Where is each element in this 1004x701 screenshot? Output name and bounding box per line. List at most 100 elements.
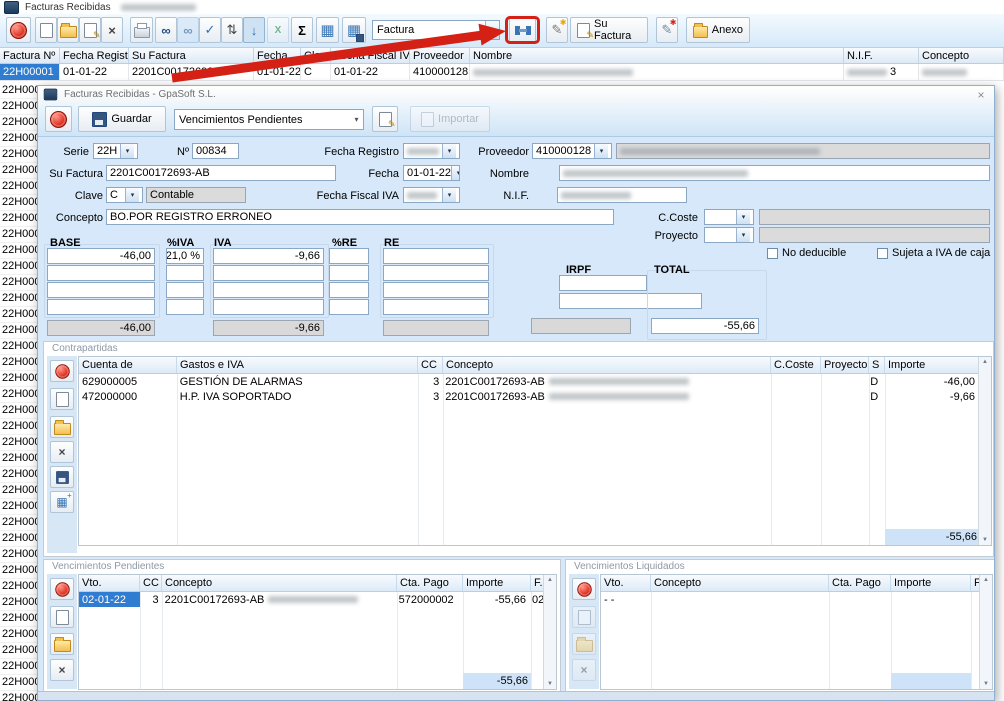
cell-concepto[interactable] [919,64,1004,80]
cell-fecha-fiscal-iva[interactable]: 01-01-22 [331,64,410,80]
vencimiento-liquidado-row[interactable]: - - [601,592,979,607]
scroll-up-icon[interactable]: ▲ [982,359,988,365]
pct-re-field-3[interactable] [329,282,369,298]
su-factura-button[interactable]: ✎ Su Factura [570,17,648,43]
cell-fecha[interactable]: 01-01-22 [254,64,301,80]
vp-exit-button[interactable] [50,578,74,600]
fecha-registro-combobox[interactable]: ▾ [403,143,460,159]
vp-new-button[interactable] [50,606,74,628]
background-row[interactable]: 22H000 [0,195,37,211]
background-row[interactable]: 22H000 [0,259,37,275]
background-row[interactable]: 22H000 [0,83,37,99]
proyecto-combobox[interactable]: ▾ [704,227,754,243]
background-row[interactable]: 22H000 [0,291,37,307]
base-field-2[interactable] [47,265,155,281]
dropdown-arrow-icon[interactable]: ▾ [442,144,456,158]
background-row[interactable]: 22H000 [0,211,37,227]
search-button[interactable]: ∞ [155,17,177,43]
cell-factura-no[interactable]: 22H00001 [0,64,60,80]
background-row[interactable]: 22H000 [0,675,37,691]
base-field-4[interactable] [47,299,155,315]
scroll-down-icon[interactable]: ▼ [982,537,988,543]
base-field-1[interactable]: -46,00 [47,248,155,264]
edit-flash-button[interactable]: ✎✱ [546,17,568,43]
col-fecha-fiscal-iva[interactable]: Fecha Fiscal IVA [331,48,410,63]
col-concepto[interactable]: Concepto [919,48,1004,63]
no-deducible-checkbox[interactable]: No deducible [767,247,846,259]
irpf-field-1[interactable] [559,275,647,291]
contrapartida-row[interactable]: 629000005 GESTIÓN DE ALARMAS 3 2201C0017… [79,374,978,389]
serie-combobox[interactable]: 22H▾ [93,143,138,159]
proveedor-combobox[interactable]: 410000128▾ [532,143,612,159]
vl-open-button[interactable] [572,633,596,655]
col-clave[interactable]: Clave [301,48,331,63]
background-row[interactable]: 22H000 [0,307,37,323]
pct-re-field-4[interactable] [329,299,369,315]
pct-iva-field-4[interactable] [166,299,204,315]
numero-field[interactable]: 00834 [192,143,239,159]
background-row[interactable]: 22H000 [0,179,37,195]
background-row[interactable]: 22H000 [0,659,37,675]
background-row[interactable]: 22H000 [0,435,37,451]
grid-button[interactable]: ▦ [316,17,339,43]
background-row[interactable]: 22H000 [0,275,37,291]
dropdown-arrow-icon[interactable]: ▾ [451,166,460,180]
edit-note-button[interactable]: ✎ [372,106,398,132]
cell-nombre[interactable] [470,64,844,80]
background-row[interactable]: 22H000 [0,531,37,547]
cell-proveedor[interactable]: 410000128 [410,64,470,80]
vl-delete-button[interactable]: × [572,659,596,681]
close-icon[interactable]: × [974,88,988,102]
anexo-button[interactable]: Anexo [686,17,750,43]
sum-button[interactable]: Σ [291,17,313,43]
background-row[interactable]: 22H000 [0,99,37,115]
cp-save-row-button[interactable] [50,466,74,488]
nif-field[interactable] [557,187,687,203]
col-fecha[interactable]: Fecha [254,48,301,63]
background-row[interactable]: 22H000 [0,643,37,659]
iva-field-1[interactable]: -9,66 [213,248,324,264]
re-field-2[interactable] [383,265,489,281]
background-row[interactable]: 22H000 [0,147,37,163]
background-row[interactable]: 22H000 [0,163,37,179]
vp-delete-button[interactable]: × [50,659,74,681]
re-field-3[interactable] [383,282,489,298]
background-row[interactable]: 22H000 [0,323,37,339]
background-row[interactable]: 22H000 [0,579,37,595]
iva-field-3[interactable] [213,282,324,298]
search-next-button[interactable]: ∞ [177,17,199,43]
dropdown-arrow-icon[interactable]: ▾ [736,228,750,242]
background-row[interactable]: 22H000 [0,227,37,243]
col-proveedor[interactable]: Proveedor [410,48,470,63]
dropdown-arrow-icon[interactable]: ▾ [594,144,608,158]
background-row[interactable]: 22H000 [0,691,37,701]
background-row[interactable]: 22H000 [0,371,37,387]
fecha-fiscal-iva-combobox[interactable]: ▾ [403,187,460,203]
col-nif[interactable]: N.I.F. [844,48,919,63]
cell-nif[interactable]: 3 [844,64,919,80]
edit-button[interactable]: ✎ [79,17,101,43]
vencimiento-row[interactable]: 02-01-22 3 2201C00172693-AB 572000002 -5… [79,592,543,607]
background-row[interactable]: 22H000 [0,563,37,579]
contrapartida-row[interactable]: 472000000 H.P. IVA SOPORTADO 3 2201C0017… [79,389,978,404]
base-field-3[interactable] [47,282,155,298]
background-row[interactable]: 22H000 [0,403,37,419]
background-row[interactable]: 22H000 [0,547,37,563]
scroll-up-icon[interactable]: ▲ [547,577,553,583]
pct-iva-field-3[interactable] [166,282,204,298]
background-row[interactable]: 22H000 [0,499,37,515]
background-row[interactable]: 22H000 [0,115,37,131]
venc-pendientes-scrollbar[interactable]: ▲ ▼ [543,575,556,689]
su-factura-field[interactable]: 2201C00172693-AB [106,165,336,181]
dialog-titlebar[interactable]: Facturas Recibidas - GpaSoft S.L. × [38,86,994,103]
background-row[interactable]: 22H000 [0,467,37,483]
cp-delete-button[interactable]: × [50,441,74,463]
dropdown-arrow-icon[interactable]: ▾ [125,188,139,202]
vl-new-button[interactable] [572,606,596,628]
search-field-combobox[interactable]: Factura ▾ [372,20,500,40]
checkbox-icon[interactable] [767,248,778,259]
guardar-button[interactable]: Guardar [78,106,166,132]
pct-re-field-2[interactable] [329,265,369,281]
background-row[interactable]: 22H000 [0,627,37,643]
new-button[interactable] [35,17,57,43]
